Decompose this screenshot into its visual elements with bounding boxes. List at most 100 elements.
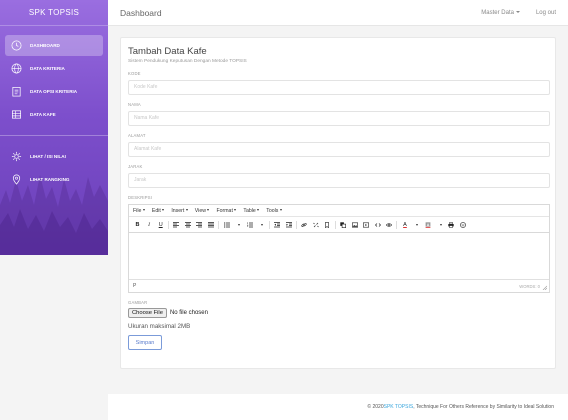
resize-handle-icon[interactable]: [542, 285, 547, 290]
background-color-button[interactable]: A: [424, 220, 433, 229]
caret-down-icon: [207, 209, 210, 212]
globe-icon: [11, 63, 22, 74]
numbered-list-dropdown[interactable]: [257, 220, 266, 229]
sidebar-item-data-kriteria[interactable]: DATA KRITERIA: [5, 58, 103, 79]
alamat-label: ALAMAT: [128, 133, 146, 138]
align-right-icon: [196, 221, 203, 227]
master-data-dropdown[interactable]: Master Data: [481, 10, 520, 16]
sidebar-item-label: DATA KRITERIA: [30, 66, 65, 71]
insert-video-button[interactable]: [362, 220, 371, 229]
text-color-button[interactable]: A: [400, 220, 409, 229]
background-color-dropdown[interactable]: [435, 220, 444, 229]
sidebar-item-lihat-rangking[interactable]: LIHAT RANGKING: [5, 169, 103, 190]
caret-down-icon: [142, 209, 145, 212]
editor-menubar: File Edit Insert View Format Table Tools: [129, 205, 549, 217]
editor-statusbar: P WORDS: 0: [129, 279, 549, 292]
alamat-input[interactable]: Alamat Kafe: [128, 142, 550, 157]
sidebar-nav: DASHBOARD DATA KRITERIA DATA OPSI KRITER…: [0, 26, 108, 190]
brand-title[interactable]: SPK TOPSIS: [0, 0, 108, 26]
nama-label: NAMA: [128, 102, 141, 107]
indent-icon: [285, 221, 292, 227]
toolbar-divider: [167, 220, 169, 229]
jarak-label: JARAK: [128, 164, 143, 169]
print-button[interactable]: [447, 220, 456, 229]
menu-tools[interactable]: Tools: [266, 208, 282, 214]
sidebar-item-lihat-isi-nilai[interactable]: LIHAT / ISI NILAI: [5, 146, 103, 167]
underline-button[interactable]: U: [156, 220, 165, 229]
menu-table[interactable]: Table: [243, 208, 260, 214]
bullet-list-button[interactable]: [222, 220, 231, 229]
bold-button[interactable]: B: [133, 220, 142, 229]
kode-input[interactable]: Kode Kafe: [128, 80, 550, 95]
emoticons-button[interactable]: [458, 220, 467, 229]
bookmark-icon: [325, 221, 330, 228]
clipboard-icon: [12, 87, 21, 97]
menu-insert[interactable]: Insert: [171, 208, 188, 214]
top-navbar: Dashboard Master Data Log out: [108, 0, 568, 26]
sidebar-item-label: LIHAT RANGKING: [30, 177, 70, 182]
smiley-icon: [460, 221, 466, 228]
unlink-icon: [313, 222, 319, 227]
italic-button[interactable]: I: [145, 220, 154, 229]
text-color-dropdown[interactable]: [412, 220, 421, 229]
footer-link[interactable]: SPK TOPSIS: [384, 404, 414, 410]
caret-down-icon: [515, 10, 520, 13]
file-status: No file chosen: [169, 310, 208, 316]
gear-icon: [11, 151, 22, 162]
menu-format[interactable]: Format: [216, 208, 237, 214]
outdent-button[interactable]: [273, 220, 282, 229]
choose-file-button[interactable]: Choose File: [128, 308, 167, 318]
logout-link[interactable]: Log out: [536, 10, 556, 16]
caret-down-icon: [439, 223, 442, 226]
align-center-button[interactable]: [183, 220, 192, 229]
numbered-list-button[interactable]: [245, 220, 254, 229]
numbered-list-icon: [246, 221, 253, 227]
nama-input[interactable]: Nama Kafe: [128, 111, 550, 126]
footer-copyright: © 2020: [367, 404, 384, 410]
insert-image-button[interactable]: [350, 220, 359, 229]
unlink-button[interactable]: [311, 220, 320, 229]
editor-content-area[interactable]: [129, 233, 549, 277]
align-right-button[interactable]: [195, 220, 204, 229]
sidebar-item-data-kafe[interactable]: DATA KAFE: [5, 104, 103, 125]
align-left-icon: [173, 221, 180, 227]
kode-label: KODE: [128, 71, 141, 76]
footer-text: , Technique For Others Reference by Simi…: [413, 404, 554, 410]
save-button[interactable]: Simpan: [128, 335, 162, 350]
menu-edit[interactable]: Edit: [152, 208, 165, 214]
element-path[interactable]: P: [133, 283, 136, 289]
toolbar-divider: [268, 220, 270, 229]
bullet-list-dropdown[interactable]: [234, 220, 243, 229]
caret-down-icon: [185, 209, 188, 212]
preview-button[interactable]: [385, 220, 394, 229]
eye-icon: [386, 222, 393, 227]
outdent-icon: [274, 221, 281, 227]
sidebar-item-dashboard[interactable]: DASHBOARD: [5, 35, 103, 56]
sidebar-item-data-opsi-kriteria[interactable]: DATA OPSI KRITERIA: [5, 81, 103, 102]
toolbar-divider: [396, 220, 398, 229]
caret-down-icon: [261, 223, 264, 226]
page-title: Dashboard: [120, 7, 162, 18]
menu-view[interactable]: View: [195, 208, 210, 214]
media-manager-button[interactable]: [339, 220, 348, 229]
card-title: Tambah Data Kafe: [128, 46, 207, 57]
bullet-list-icon: [223, 221, 230, 228]
deskripsi-label: DESKRIPSI: [128, 195, 153, 200]
source-code-button[interactable]: [373, 220, 382, 229]
insert-link-button[interactable]: [300, 220, 309, 229]
indent-button[interactable]: [284, 220, 293, 229]
align-left-button[interactable]: [172, 220, 181, 229]
table-icon: [12, 110, 21, 119]
caret-down-icon: [416, 223, 419, 226]
bookmark-button[interactable]: [323, 220, 332, 229]
align-justify-icon: [208, 221, 215, 227]
align-justify-button[interactable]: [207, 220, 216, 229]
jarak-input[interactable]: Jarak: [128, 173, 550, 188]
media-icon: [340, 221, 346, 228]
background-color-icon: A: [425, 221, 431, 228]
link-icon: [301, 222, 307, 227]
menu-file[interactable]: File: [133, 208, 145, 214]
sidebar: SPK TOPSIS DASHBOARD DATA KRITERIA DATA …: [0, 0, 108, 255]
print-icon: [448, 221, 455, 228]
caret-down-icon: [162, 209, 165, 212]
